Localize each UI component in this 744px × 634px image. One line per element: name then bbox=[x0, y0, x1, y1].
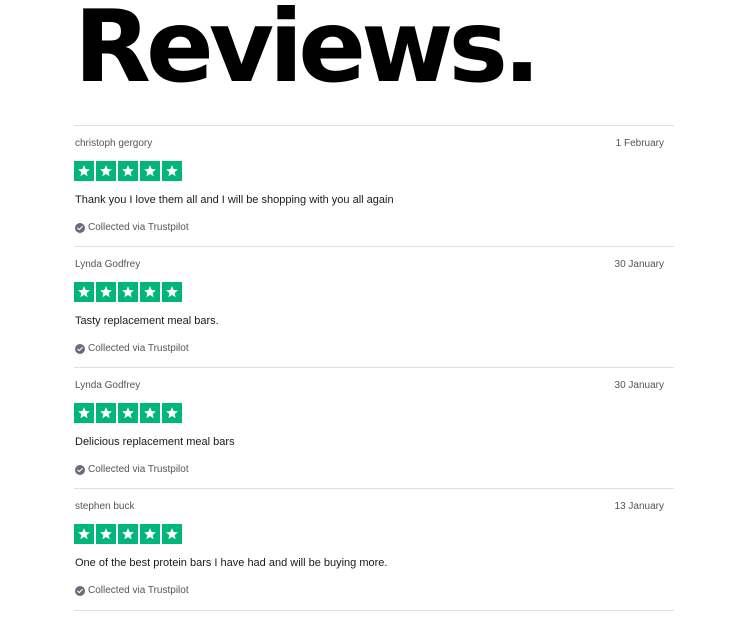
review-card: stephen buck 13 January One of the best … bbox=[74, 488, 674, 611]
review-source-label: Collected via Trustpilot bbox=[88, 464, 189, 475]
star-icon bbox=[140, 282, 160, 302]
star-icon bbox=[74, 403, 94, 423]
star-icon bbox=[96, 403, 116, 423]
review-source-label: Collected via Trustpilot bbox=[88, 343, 189, 354]
check-circle-icon bbox=[75, 585, 85, 596]
star-icon bbox=[74, 282, 94, 302]
star-icon bbox=[118, 524, 138, 544]
review-text: Delicious replacement meal bars bbox=[75, 436, 235, 448]
review-card: christoph gergory 1 February Thank you I… bbox=[74, 125, 674, 246]
star-rating bbox=[74, 524, 182, 544]
review-source: Collected via Trustpilot bbox=[75, 222, 189, 233]
star-icon bbox=[140, 161, 160, 181]
review-date: 30 January bbox=[614, 259, 664, 270]
star-icon bbox=[140, 524, 160, 544]
review-date: 13 January bbox=[614, 501, 664, 512]
review-text: One of the best protein bars I have had … bbox=[75, 557, 388, 569]
star-icon bbox=[118, 282, 138, 302]
review-date: 1 February bbox=[615, 138, 664, 149]
star-rating bbox=[74, 403, 182, 423]
reviewer-name[interactable]: stephen buck bbox=[75, 501, 135, 512]
page-title: Reviews. bbox=[74, 0, 541, 105]
review-source: Collected via Trustpilot bbox=[75, 343, 189, 354]
reviews-list: christoph gergory 1 February Thank you I… bbox=[74, 125, 674, 611]
star-icon bbox=[96, 161, 116, 181]
star-icon bbox=[162, 403, 182, 423]
star-icon bbox=[162, 524, 182, 544]
review-source-label: Collected via Trustpilot bbox=[88, 222, 189, 233]
star-icon bbox=[118, 161, 138, 181]
review-source: Collected via Trustpilot bbox=[75, 585, 189, 596]
star-icon bbox=[140, 403, 160, 423]
star-icon bbox=[96, 282, 116, 302]
reviewer-name[interactable]: Lynda Godfrey bbox=[75, 380, 140, 391]
review-source-label: Collected via Trustpilot bbox=[88, 585, 189, 596]
star-icon bbox=[118, 403, 138, 423]
star-icon bbox=[74, 524, 94, 544]
star-icon bbox=[162, 282, 182, 302]
star-rating bbox=[74, 282, 182, 302]
reviewer-name[interactable]: christoph gergory bbox=[75, 138, 152, 149]
review-card: Lynda Godfrey 30 January Tasty replaceme… bbox=[74, 246, 674, 367]
check-circle-icon bbox=[75, 464, 85, 475]
review-source: Collected via Trustpilot bbox=[75, 464, 189, 475]
review-card: Lynda Godfrey 30 January Delicious repla… bbox=[74, 367, 674, 488]
star-rating bbox=[74, 161, 182, 181]
check-circle-icon bbox=[75, 343, 85, 354]
star-icon bbox=[96, 524, 116, 544]
reviewer-name[interactable]: Lynda Godfrey bbox=[75, 259, 140, 270]
review-date: 30 January bbox=[614, 380, 664, 391]
check-circle-icon bbox=[75, 222, 85, 233]
star-icon bbox=[162, 161, 182, 181]
review-text: Thank you I love them all and I will be … bbox=[75, 194, 394, 206]
star-icon bbox=[74, 161, 94, 181]
review-text: Tasty replacement meal bars. bbox=[75, 315, 219, 327]
